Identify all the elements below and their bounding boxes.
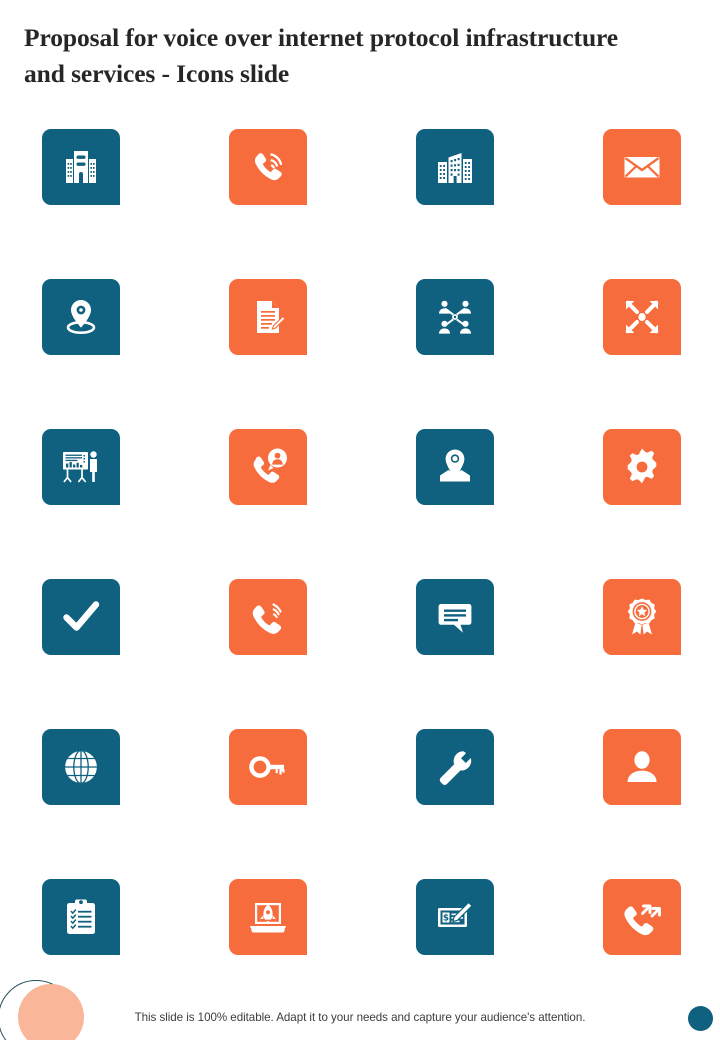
office-building-icon bbox=[59, 145, 103, 189]
icon-tile-award-ribbon[interactable] bbox=[603, 579, 681, 655]
icon-tile-envelope[interactable] bbox=[603, 129, 681, 205]
icon-tile-globe[interactable] bbox=[42, 729, 120, 805]
gear-icon bbox=[620, 445, 664, 489]
laptop-rocket-icon bbox=[246, 895, 290, 939]
slide-canvas: Proposal for voice over internet protoco… bbox=[0, 0, 720, 1040]
page-title: Proposal for voice over internet protoco… bbox=[24, 20, 644, 92]
icon-tile-call-transfer[interactable] bbox=[603, 879, 681, 955]
editable-slide-note: This slide is 100% editable. Adapt it to… bbox=[0, 1011, 720, 1024]
chat-bubble-icon bbox=[433, 595, 477, 639]
wrench-icon bbox=[433, 745, 477, 789]
icon-tile-checkmark[interactable] bbox=[42, 579, 120, 655]
award-ribbon-icon bbox=[620, 595, 664, 639]
icon-tile-phone-contact[interactable] bbox=[229, 429, 307, 505]
user-icon bbox=[620, 745, 664, 789]
city-buildings-icon bbox=[433, 145, 477, 189]
icon-tile-converging-arrows[interactable] bbox=[603, 279, 681, 355]
icon-tile-laptop-rocket[interactable] bbox=[229, 879, 307, 955]
icon-grid: $ bbox=[42, 129, 681, 955]
presentation-board-icon bbox=[59, 445, 103, 489]
icon-tile-people-network[interactable] bbox=[416, 279, 494, 355]
icon-tile-phone-signal[interactable] bbox=[229, 579, 307, 655]
map-pin-icon bbox=[433, 445, 477, 489]
icon-tile-clipboard-checklist[interactable] bbox=[42, 879, 120, 955]
icon-tile-document-pen[interactable] bbox=[229, 279, 307, 355]
cheque-pen-icon: $ bbox=[433, 895, 477, 939]
location-pin-icon bbox=[59, 295, 103, 339]
call-transfer-icon bbox=[620, 895, 664, 939]
icon-tile-gear[interactable] bbox=[603, 429, 681, 505]
icon-tile-cheque-pen[interactable]: $ bbox=[416, 879, 494, 955]
phone-signal-icon bbox=[246, 595, 290, 639]
converging-arrows-icon bbox=[620, 295, 664, 339]
clipboard-checklist-icon bbox=[59, 895, 103, 939]
key-icon bbox=[246, 745, 290, 789]
people-network-icon bbox=[433, 295, 477, 339]
icon-tile-map-pin[interactable] bbox=[416, 429, 494, 505]
icon-tile-location-pin[interactable] bbox=[42, 279, 120, 355]
phone-contact-icon bbox=[246, 445, 290, 489]
icon-tile-chat-bubble[interactable] bbox=[416, 579, 494, 655]
svg-text:$: $ bbox=[443, 914, 449, 924]
icon-tile-wrench[interactable] bbox=[416, 729, 494, 805]
icon-tile-user[interactable] bbox=[603, 729, 681, 805]
icon-tile-ringing-phone[interactable] bbox=[229, 129, 307, 205]
envelope-icon bbox=[620, 145, 664, 189]
icon-tile-city-buildings[interactable] bbox=[416, 129, 494, 205]
icon-tile-office-building[interactable] bbox=[42, 129, 120, 205]
globe-icon bbox=[59, 745, 103, 789]
checkmark-icon bbox=[59, 595, 103, 639]
icon-tile-presentation-board[interactable] bbox=[42, 429, 120, 505]
document-pen-icon bbox=[246, 295, 290, 339]
icon-tile-key[interactable] bbox=[229, 729, 307, 805]
ringing-phone-icon bbox=[246, 145, 290, 189]
